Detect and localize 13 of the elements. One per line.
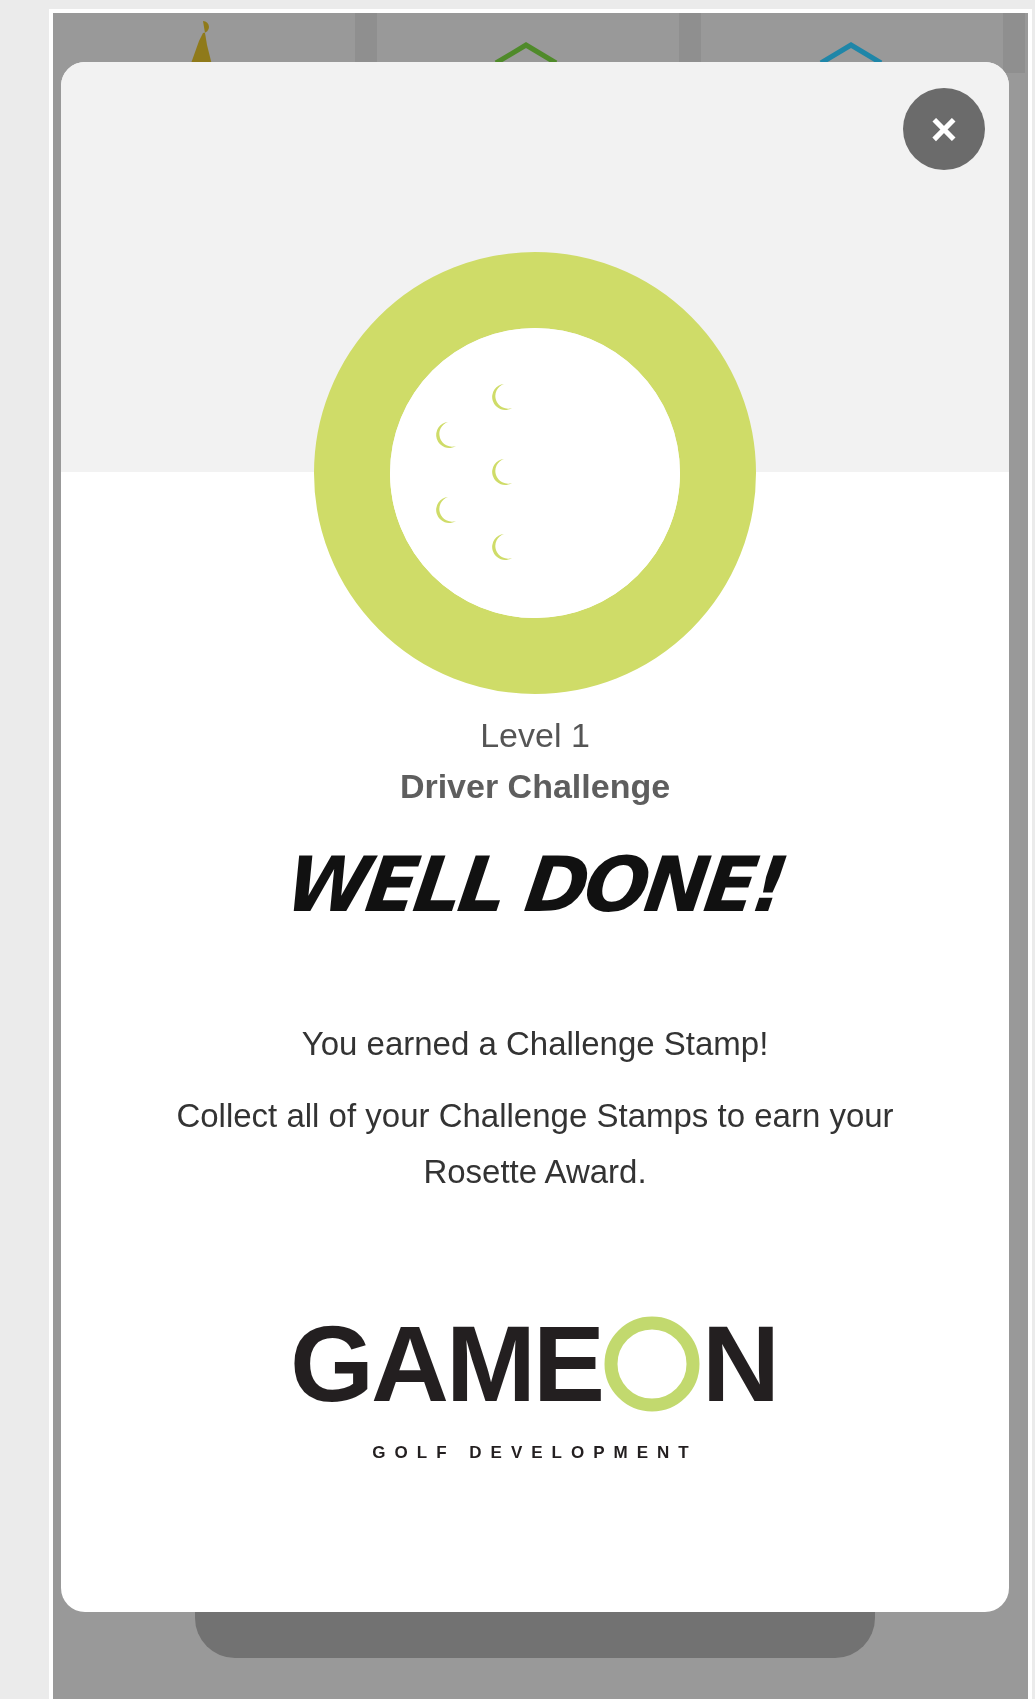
logo-wordmark: GAME xyxy=(290,1310,602,1419)
details-text: Collect all of your Challenge Stamps to earn your Rosette Award. xyxy=(175,1096,895,1193)
level-label: Level 1 xyxy=(480,715,590,756)
chevron-up-icon xyxy=(818,41,884,65)
challenge-title: Driver Challenge xyxy=(399,765,671,807)
headline: WELL DONE! xyxy=(281,847,789,923)
column-gap xyxy=(1003,13,1025,73)
chevron-up-icon xyxy=(493,41,559,65)
message-text: You earned a Challenge Stamp! xyxy=(301,1024,769,1064)
golf-ball-badge-icon xyxy=(314,252,756,694)
logo-wordmark: N xyxy=(702,1310,780,1419)
logo-ring-icon xyxy=(604,1316,700,1413)
logo-tagline: GOLF DEVELOPMENT xyxy=(372,1442,698,1465)
